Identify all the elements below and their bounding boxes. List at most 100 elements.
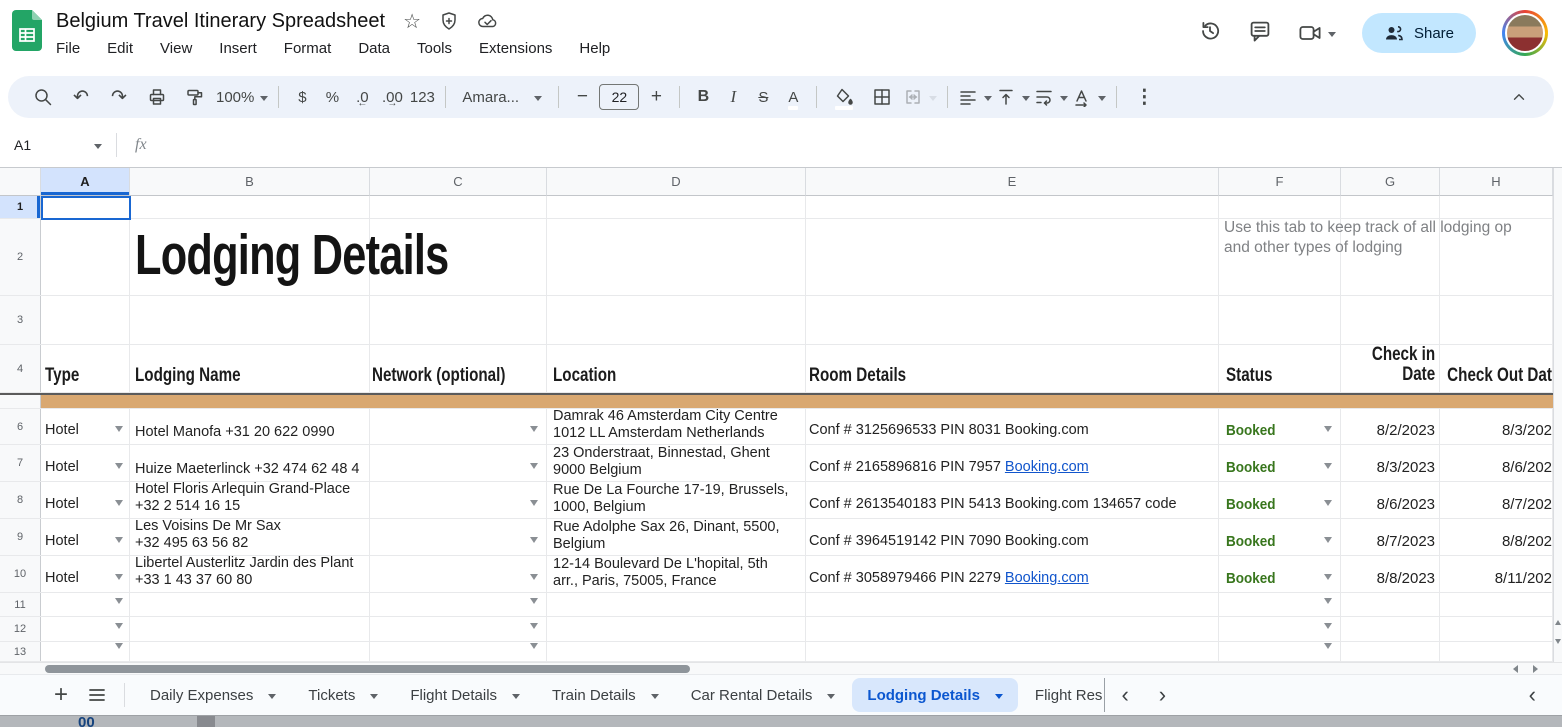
horizontal-align-icon[interactable] — [958, 81, 992, 113]
dropdown-icon[interactable] — [1324, 463, 1332, 473]
tab-scroll-right-icon[interactable]: › — [1145, 682, 1180, 708]
font-select[interactable]: Amara... — [456, 81, 548, 113]
dropdown-icon[interactable] — [115, 500, 123, 510]
scroll-down-icon[interactable] — [1554, 638, 1562, 648]
dropdown-icon[interactable] — [1324, 623, 1332, 633]
row-5-divider-band[interactable] — [0, 393, 1553, 409]
all-sheets-icon[interactable] — [80, 685, 114, 705]
cell-a2[interactable] — [41, 219, 130, 295]
document-title[interactable]: Belgium Travel Itinerary Spreadsheet — [56, 10, 385, 33]
horizontal-scrollbar[interactable] — [0, 662, 1562, 674]
horizontal-scroll-thumb[interactable] — [45, 665, 690, 673]
check-out-cell[interactable] — [1440, 593, 1553, 616]
col-header-f[interactable]: F — [1219, 168, 1341, 196]
location-cell[interactable] — [547, 617, 806, 641]
check-out-cell[interactable] — [1440, 617, 1553, 641]
format-percent-icon[interactable]: % — [319, 81, 345, 113]
name-cell[interactable]: Les Voisins De Mr Sax+32 495 63 56 82 — [130, 519, 370, 555]
tab-caret[interactable] — [370, 694, 378, 703]
col-header-b[interactable]: B — [130, 168, 370, 196]
borders-icon[interactable] — [865, 81, 899, 113]
header-location-cell[interactable]: Location — [547, 345, 806, 392]
row-header-8[interactable]: 8 — [0, 482, 41, 518]
type-cell[interactable]: Hotel — [41, 409, 130, 444]
decrease-decimals-icon[interactable]: .0← — [349, 81, 375, 113]
vertical-scrollbar[interactable] — [1553, 168, 1562, 662]
header-network-cell[interactable]: Network (optional) — [370, 345, 547, 392]
select-all-corner[interactable] — [0, 168, 41, 196]
dropdown-icon[interactable] — [530, 623, 538, 633]
dropdown-icon[interactable] — [115, 537, 123, 547]
dropdown-icon[interactable] — [530, 598, 538, 608]
type-cell[interactable] — [41, 642, 130, 661]
col-header-g[interactable]: G — [1341, 168, 1440, 196]
cell-e1[interactable] — [806, 196, 1219, 218]
check-out-cell[interactable]: 8/11/202 — [1440, 556, 1553, 592]
status-cell[interactable]: Booked — [1219, 556, 1341, 592]
cell-g1[interactable] — [1341, 196, 1440, 218]
check-out-cell[interactable]: 8/7/202 — [1440, 482, 1553, 518]
header-type-cell[interactable]: Type — [41, 345, 130, 392]
tab-scroll-left-icon[interactable]: ‹ — [1107, 682, 1142, 708]
fill-color-icon[interactable] — [827, 81, 861, 113]
dropdown-icon[interactable] — [530, 463, 538, 473]
row-header-9[interactable]: 9 — [0, 519, 41, 555]
dropdown-icon[interactable] — [530, 643, 538, 653]
row-header-10[interactable]: 10 — [0, 556, 41, 592]
dropdown-icon[interactable] — [1324, 426, 1332, 436]
type-cell[interactable]: Hotel — [41, 445, 130, 481]
col-header-h[interactable]: H — [1440, 168, 1553, 196]
type-cell[interactable]: Hotel — [41, 556, 130, 592]
col-header-d[interactable]: D — [547, 168, 806, 196]
status-cell[interactable]: Booked — [1219, 519, 1341, 555]
room-cell[interactable]: Conf # 2165896816 PIN 7957 Booking.com — [806, 445, 1219, 481]
tab-train-details[interactable]: Train Details — [537, 678, 674, 712]
network-cell[interactable] — [370, 519, 547, 555]
tab-daily-expenses[interactable]: Daily Expenses — [135, 678, 291, 712]
check-out-cell[interactable] — [1440, 642, 1553, 661]
check-in-cell[interactable]: 8/7/2023 — [1341, 519, 1440, 555]
menu-data[interactable]: Data — [358, 40, 390, 57]
col-header-a[interactable]: A — [41, 168, 130, 196]
room-cell[interactable] — [806, 642, 1219, 661]
scroll-left-icon[interactable] — [1504, 664, 1522, 674]
tab-flight-reservations-truncated[interactable]: Flight Res — [1020, 678, 1106, 712]
dropdown-icon[interactable] — [115, 574, 123, 584]
name-cell[interactable]: Libertel Austerlitz Jardin des Plant+33 … — [130, 556, 370, 592]
dropdown-icon[interactable] — [1324, 500, 1332, 510]
header-check-in-cell[interactable]: Check inDate — [1341, 345, 1440, 392]
cell-b3[interactable] — [130, 296, 370, 344]
status-cell[interactable] — [1219, 593, 1341, 616]
formula-input[interactable] — [147, 123, 1562, 167]
dropdown-icon[interactable] — [530, 500, 538, 510]
room-cell[interactable]: Conf # 2613540183 PIN 5413 Booking.com 1… — [806, 482, 1219, 518]
increase-font-size-button[interactable]: + — [643, 81, 669, 113]
location-cell[interactable]: 23 Onderstraat, Binnestad, Ghent9000 Bel… — [547, 445, 806, 481]
menu-format[interactable]: Format — [284, 40, 332, 57]
name-box[interactable]: A1 — [10, 137, 106, 153]
cell-f3[interactable] — [1219, 296, 1341, 344]
text-rotation-icon[interactable] — [1072, 81, 1106, 113]
print-icon[interactable] — [140, 81, 174, 113]
network-cell[interactable] — [370, 642, 547, 661]
check-in-cell[interactable] — [1341, 642, 1440, 661]
cell-b1[interactable] — [130, 196, 370, 218]
scroll-right-icon[interactable] — [1528, 664, 1546, 674]
share-button[interactable]: Share — [1362, 13, 1476, 53]
booking-link[interactable]: Booking.com — [1005, 459, 1089, 475]
dropdown-icon[interactable] — [1324, 574, 1332, 584]
row-header-3[interactable]: 3 — [0, 296, 41, 344]
comments-icon[interactable] — [1248, 19, 1272, 48]
more-formats-icon[interactable]: 123 — [409, 81, 435, 113]
tab-caret[interactable] — [995, 694, 1003, 703]
cell-a3[interactable] — [41, 296, 130, 344]
menu-extensions[interactable]: Extensions — [479, 40, 552, 57]
check-in-cell[interactable]: 8/8/2023 — [1341, 556, 1440, 592]
network-cell[interactable] — [370, 593, 547, 616]
network-cell[interactable] — [370, 482, 547, 518]
format-currency-icon[interactable]: $ — [289, 81, 315, 113]
location-cell[interactable]: 12-14 Boulevard De L'hopital, 5tharr., P… — [547, 556, 806, 592]
room-cell[interactable] — [806, 593, 1219, 616]
row-header-2[interactable]: 2 — [0, 219, 41, 295]
tab-flight-details[interactable]: Flight Details — [395, 678, 535, 712]
